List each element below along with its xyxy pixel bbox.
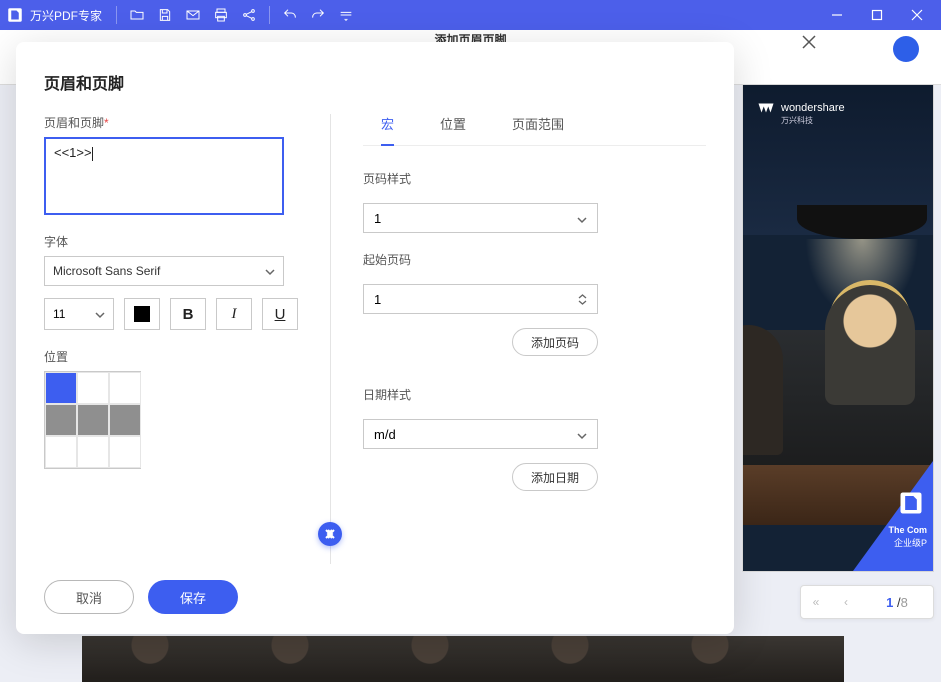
wondershare-sub: 万兴科技 <box>781 115 813 126</box>
position-mid-left[interactable] <box>45 404 77 436</box>
left-panel: 页眉和页脚* <<1>> 字体 Microsoft Sans Serif 11 … <box>44 114 324 564</box>
underline-button[interactable]: U <box>262 298 298 330</box>
page-indicator: 1 /8 <box>861 595 933 610</box>
font-size-value: 11 <box>53 307 65 321</box>
separator <box>269 6 270 24</box>
share-icon[interactable] <box>235 1 263 29</box>
add-date-button[interactable]: 添加日期 <box>512 463 598 491</box>
document-background-figures <box>120 636 800 682</box>
close-button[interactable] <box>897 0 937 30</box>
chevron-down-icon <box>265 266 275 276</box>
panel-divider <box>330 114 331 564</box>
start-page-spinner[interactable]: 1 <box>363 284 598 314</box>
tab-macro[interactable]: 宏 <box>381 114 394 146</box>
page-style-select[interactable]: 1 <box>363 203 598 233</box>
start-page-value: 1 <box>374 292 381 307</box>
dialog-title: 页眉和页脚 <box>44 70 706 94</box>
prev-page-button[interactable]: ‹ <box>831 586 861 618</box>
separator <box>116 6 117 24</box>
first-page-button[interactable]: « <box>801 586 831 618</box>
mail-icon[interactable] <box>179 1 207 29</box>
right-panel: 宏 位置 页面范围 页码样式 1 起始页码 1 添加页码 <box>337 114 706 564</box>
position-mid-center[interactable] <box>77 404 109 436</box>
position-top-center[interactable] <box>77 372 109 404</box>
dialog-footer: 取消 保存 <box>44 564 706 614</box>
open-icon[interactable] <box>123 1 151 29</box>
position-grid <box>44 371 141 469</box>
color-swatch <box>134 306 150 322</box>
tabs: 宏 位置 页面范围 <box>363 114 706 146</box>
start-page-label: 起始页码 <box>363 251 706 268</box>
font-select[interactable]: Microsoft Sans Serif <box>44 256 284 286</box>
chevron-down-icon <box>577 213 587 223</box>
undo-icon[interactable] <box>276 1 304 29</box>
position-label: 位置 <box>44 348 300 365</box>
content-label: 页眉和页脚* <box>44 114 300 131</box>
spinner-icon <box>578 294 587 305</box>
date-style-value: m/d <box>374 427 396 442</box>
tab-position[interactable]: 位置 <box>440 114 466 137</box>
position-bottom-right[interactable] <box>109 436 141 468</box>
date-style-label: 日期样式 <box>363 386 706 403</box>
content-textarea[interactable]: <<1>> <box>44 137 284 215</box>
preview-corner-text-2: 企业级P <box>894 536 927 549</box>
title-bar: 万兴PDF专家 <box>0 0 941 30</box>
save-button[interactable]: 保存 <box>148 580 238 614</box>
chevron-down-icon <box>95 309 105 319</box>
italic-button[interactable]: I <box>216 298 252 330</box>
app-title: 万兴PDF专家 <box>30 7 102 24</box>
date-style-select[interactable]: m/d <box>363 419 598 449</box>
page-navigator: « ‹ 1 /8 <box>800 585 934 619</box>
save-icon[interactable] <box>151 1 179 29</box>
redo-icon[interactable] <box>304 1 332 29</box>
print-icon[interactable] <box>207 1 235 29</box>
position-top-left[interactable] <box>45 372 77 404</box>
cancel-button[interactable]: 取消 <box>44 580 134 614</box>
brand-icon <box>897 489 925 517</box>
app-logo <box>4 4 26 26</box>
add-page-number-button[interactable]: 添加页码 <box>512 328 598 356</box>
position-mid-right[interactable] <box>109 404 141 436</box>
more-icon[interactable] <box>332 1 360 29</box>
collapse-handle[interactable] <box>318 522 342 546</box>
font-color-picker[interactable] <box>124 298 160 330</box>
font-value: Microsoft Sans Serif <box>53 264 160 278</box>
minimize-button[interactable] <box>817 0 857 30</box>
chevron-down-icon <box>577 429 587 439</box>
header-footer-dialog: 页眉和页脚 页眉和页脚* <<1>> 字体 Microsoft Sans Ser… <box>16 42 734 634</box>
position-top-right[interactable] <box>109 372 141 404</box>
font-label: 字体 <box>44 233 300 250</box>
ribbon-close-button[interactable] <box>799 32 819 52</box>
tab-range[interactable]: 页面范围 <box>512 114 564 137</box>
bold-button[interactable]: B <box>170 298 206 330</box>
user-avatar[interactable] <box>893 36 919 62</box>
font-size-select[interactable]: 11 <box>44 298 114 330</box>
preview-corner-text-1: The Com <box>888 525 927 535</box>
maximize-button[interactable] <box>857 0 897 30</box>
position-bottom-center[interactable] <box>77 436 109 468</box>
position-bottom-left[interactable] <box>45 436 77 468</box>
page-style-value: 1 <box>374 211 381 226</box>
page-style-label: 页码样式 <box>363 170 706 187</box>
page-preview: The Com 企业级P wondershare 万兴科技 <box>742 84 934 572</box>
